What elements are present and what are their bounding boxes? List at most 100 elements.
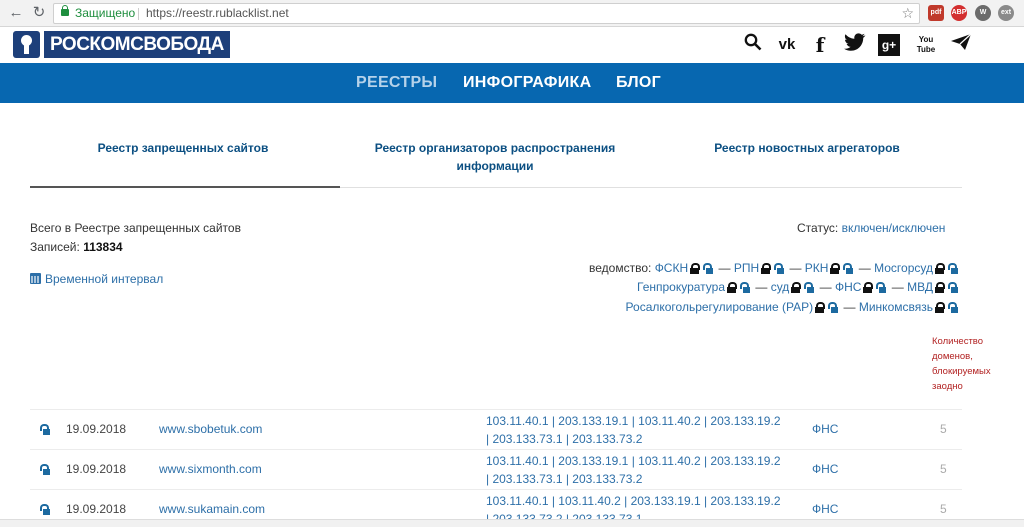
- logo-text: РОСКОМСВОБОДА: [44, 31, 230, 58]
- unlock-icon[interactable]: [804, 282, 815, 293]
- extension-icon[interactable]: ext: [998, 5, 1014, 21]
- unlock-icon[interactable]: [843, 263, 854, 274]
- nav-registries[interactable]: РЕЕСТРЫ: [356, 63, 437, 103]
- search-icon[interactable]: [741, 33, 765, 57]
- lock-icon[interactable]: [690, 263, 701, 274]
- lock-icon[interactable]: [761, 263, 772, 274]
- time-interval-link[interactable]: Временной интервал: [30, 272, 163, 286]
- twitter-icon[interactable]: [843, 33, 867, 57]
- status-label: Статус:: [797, 221, 839, 235]
- row-ip-line: | 203.133.73.1 | 203.133.73.2: [486, 432, 643, 446]
- lock-icon[interactable]: [830, 263, 841, 274]
- site-logo[interactable]: РОСКОМСВОБОДА: [13, 31, 230, 58]
- unlock-icon[interactable]: [876, 282, 887, 293]
- tab-news-aggregators[interactable]: Реестр новостных агрегаторов: [680, 139, 934, 157]
- unlock-icon[interactable]: [948, 302, 958, 313]
- main-navigation: РЕЕСТРЫ ИНФОГРАФИКА БЛОГ: [0, 63, 1024, 103]
- youtube-icon[interactable]: You Tube: [914, 35, 938, 59]
- horizontal-scrollbar[interactable]: [0, 519, 1024, 527]
- secure-label: Защищено: [75, 6, 136, 20]
- domains-count-header: Количество доменов, блокируемых заодно: [932, 336, 991, 392]
- ministry-rar[interactable]: Росалкогольрегулирование (РАР): [626, 300, 814, 314]
- telegram-icon[interactable]: [949, 33, 973, 57]
- row-domain[interactable]: www.sukamain.com: [159, 502, 265, 516]
- lock-icon[interactable]: [863, 282, 874, 293]
- ministry-mosgorsud[interactable]: Мосгорсуд: [874, 261, 933, 275]
- row-domain-count: 5: [940, 462, 947, 476]
- reload-icon[interactable]: ↻: [30, 4, 48, 22]
- lock-icon[interactable]: [935, 263, 945, 274]
- address-separator: [138, 8, 139, 20]
- active-tab-indicator: [30, 186, 340, 188]
- facebook-icon[interactable]: f: [808, 33, 832, 57]
- unlock-icon[interactable]: [948, 282, 958, 293]
- row-ip-line: 103.11.40.1 | 203.133.19.1 | 103.11.40.2…: [486, 414, 781, 428]
- ministry-fskn[interactable]: ФСКН: [655, 261, 688, 275]
- row-domain[interactable]: www.sbobetuk.com: [159, 422, 262, 436]
- unlock-icon[interactable]: [828, 302, 839, 313]
- row-domain-count: 5: [940, 502, 947, 516]
- ministry-minkomsvyaz[interactable]: Минкомсвязь: [859, 300, 933, 314]
- row-date: 19.09.2018: [66, 462, 127, 476]
- adblock-extension-icon[interactable]: ABP: [951, 5, 967, 21]
- ministry-filter-line-2: Генпрокуратура — суд — ФНС — МВД: [637, 280, 960, 294]
- unlock-icon: [40, 504, 50, 515]
- row-date: 19.09.2018: [66, 502, 127, 516]
- lock-icon: [61, 5, 69, 16]
- ministry-label: ведомство:: [589, 261, 652, 275]
- unlock-icon: [40, 424, 50, 435]
- table-row: 19.09.2018 www.sbobetuk.com 103.11.40.1 …: [30, 409, 962, 449]
- records-value: 113834: [83, 240, 123, 254]
- row-ip-list[interactable]: 103.11.40.1 | 203.133.19.1 | 103.11.40.2…: [486, 412, 806, 448]
- site-header: РОСКОМСВОБОДА vk f g+ You Tube: [0, 27, 1024, 63]
- nav-infographics[interactable]: ИНФОГРАФИКА: [463, 63, 591, 103]
- row-ip-list[interactable]: 103.11.40.1 | 203.133.19.1 | 103.11.40.2…: [486, 452, 806, 488]
- calendar-icon: [30, 273, 41, 284]
- address-bar[interactable]: Защищено https://reestr.rublacklist.net …: [53, 3, 920, 24]
- lock-icon[interactable]: [935, 282, 945, 293]
- unlock-icon: [40, 464, 50, 475]
- row-organization[interactable]: ФНС: [812, 502, 838, 516]
- time-interval-label: Временной интервал: [45, 272, 164, 286]
- ministry-rkn[interactable]: РКН: [805, 261, 829, 275]
- browser-toolbar: ← ↻ Защищено https://reestr.rublacklist.…: [0, 0, 1024, 27]
- ministry-filter-line-3: Росалкогольрегулирование (РАР) — Минкомс…: [626, 300, 960, 314]
- tab-banned-sites[interactable]: Реестр запрещенных сайтов: [40, 139, 326, 157]
- row-ip-line: 103.11.40.1 | 103.11.40.2 | 203.133.19.1…: [486, 494, 781, 508]
- lock-icon[interactable]: [935, 302, 945, 313]
- pdf-extension-icon[interactable]: pdf: [928, 5, 944, 21]
- records-count: Записей: 113834: [30, 240, 123, 254]
- ministry-genprokuratura[interactable]: Генпрокуратура: [637, 280, 725, 294]
- ministry-fns[interactable]: ФНС: [835, 280, 861, 294]
- unlock-icon[interactable]: [703, 263, 714, 274]
- w-extension-icon[interactable]: W: [975, 5, 991, 21]
- nav-blog[interactable]: БЛОГ: [616, 63, 661, 103]
- key-logo-icon: [13, 31, 40, 58]
- google-plus-icon[interactable]: g+: [878, 34, 900, 56]
- vk-icon[interactable]: vk: [775, 33, 799, 57]
- row-organization[interactable]: ФНС: [812, 462, 838, 476]
- lock-icon[interactable]: [791, 282, 802, 293]
- unlock-icon[interactable]: [740, 282, 751, 293]
- back-icon[interactable]: ←: [7, 4, 25, 22]
- address-url[interactable]: https://reestr.rublacklist.net: [146, 4, 289, 23]
- row-date: 19.09.2018: [66, 422, 127, 436]
- unlock-icon[interactable]: [948, 263, 958, 274]
- ministry-filter-line-1: ведомство: ФСКН — РПН — РКН — Мосгорсуд: [589, 261, 960, 275]
- row-organization[interactable]: ФНС: [812, 422, 838, 436]
- unlock-icon[interactable]: [774, 263, 785, 274]
- row-ip-line: | 203.133.73.1 | 203.133.73.2: [486, 472, 643, 486]
- ministry-court[interactable]: суд: [771, 280, 790, 294]
- youtube-label: You Tube: [916, 35, 936, 54]
- tab-organizers[interactable]: Реестр организаторов распространения инф…: [360, 139, 630, 175]
- row-domain-count: 5: [940, 422, 947, 436]
- row-domain[interactable]: www.sixmonth.com: [159, 462, 262, 476]
- table-row: 19.09.2018 www.sixmonth.com 103.11.40.1 …: [30, 449, 962, 489]
- ministry-mvd[interactable]: МВД: [907, 280, 933, 294]
- lock-icon[interactable]: [727, 282, 738, 293]
- status-toggle-link[interactable]: включен/исключен: [842, 221, 946, 235]
- bookmark-star-icon[interactable]: ☆: [901, 4, 914, 23]
- lock-icon[interactable]: [815, 302, 826, 313]
- row-ip-line: 103.11.40.1 | 203.133.19.1 | 103.11.40.2…: [486, 454, 781, 468]
- ministry-rpn[interactable]: РПН: [734, 261, 759, 275]
